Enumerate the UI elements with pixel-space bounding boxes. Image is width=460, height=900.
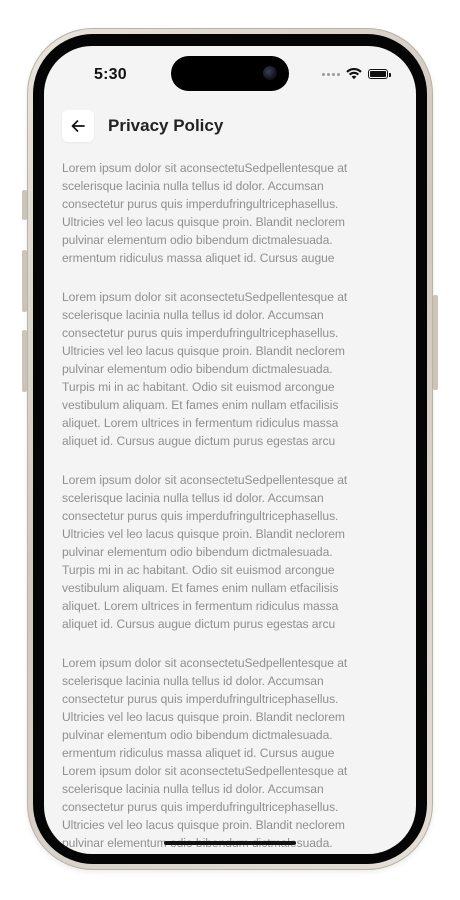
policy-paragraph: Lorem ipsum dolor sit aconsectetuSedpell…	[62, 473, 348, 631]
policy-content[interactable]: Lorem ipsum dolor sit aconsectetuSedpell…	[62, 159, 398, 854]
dynamic-island	[171, 56, 289, 91]
wifi-icon	[346, 68, 362, 80]
status-icons	[322, 68, 391, 80]
status-time: 5:30	[94, 66, 127, 83]
signal-dots-icon	[322, 72, 340, 76]
home-indicator[interactable]	[164, 841, 296, 845]
action-button	[22, 190, 27, 220]
policy-paragraph: Lorem ipsum dolor sit aconsectetuSedpell…	[62, 290, 348, 448]
arrow-left-icon	[71, 120, 85, 132]
header: Privacy Policy	[62, 110, 223, 142]
back-button[interactable]	[62, 110, 94, 142]
power-button	[433, 295, 438, 390]
camera-icon	[263, 66, 277, 80]
volume-down-button	[22, 330, 27, 392]
screen: 5:30 Privacy Policy Lorem ipsum dolor si…	[44, 46, 416, 854]
battery-icon	[368, 69, 391, 79]
page-title: Privacy Policy	[108, 116, 224, 135]
policy-paragraph: Lorem ipsum dolor sit aconsectetuSedpell…	[62, 161, 348, 265]
policy-paragraph: Lorem ipsum dolor sit aconsectetuSedpell…	[62, 656, 348, 850]
volume-up-button	[22, 250, 27, 312]
